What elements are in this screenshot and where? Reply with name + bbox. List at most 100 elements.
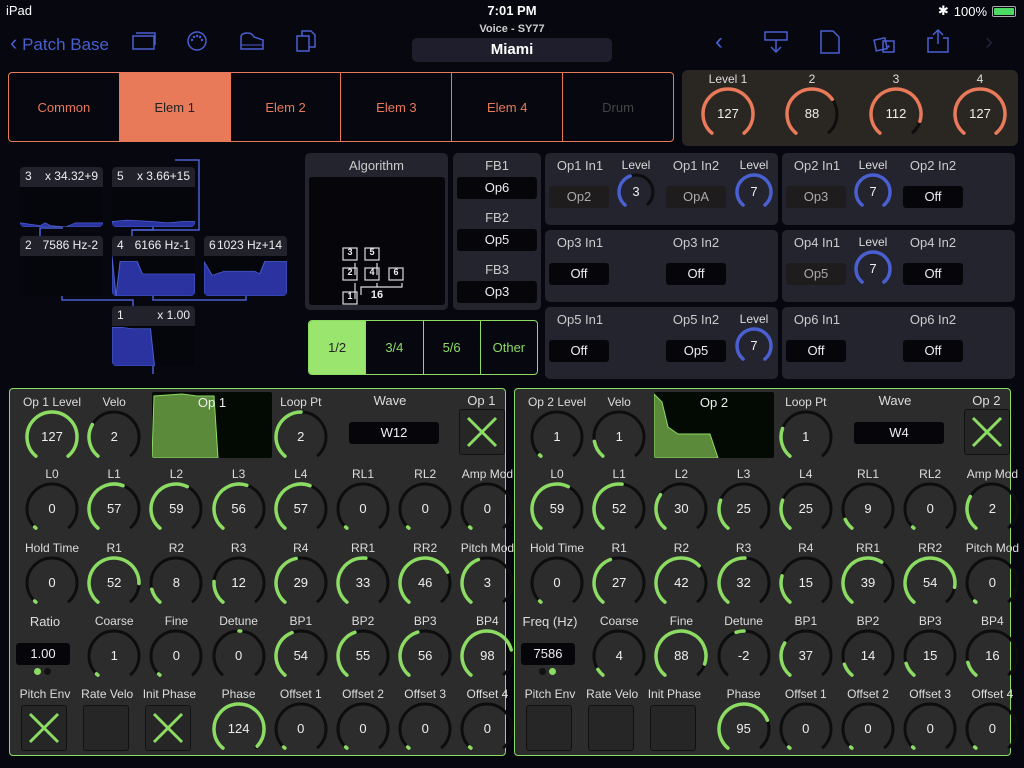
op-enable-toggle[interactable] [459, 409, 506, 455]
operator-graph-4[interactable]: 4 6166 Hz-1 [112, 236, 195, 296]
knob-bp4[interactable]: BP4 16 [954, 614, 1024, 684]
op-tab-other[interactable]: Other [481, 321, 537, 374]
knob-label: Loop Pt [785, 395, 827, 409]
next-patch-button[interactable]: › [985, 28, 993, 56]
op-tab-1-2[interactable]: 1/2 [309, 321, 367, 374]
toggle-rate-velo[interactable] [83, 705, 130, 751]
element-level-knob-1[interactable]: Level 1 127 [690, 72, 766, 142]
toggle-pitch-env[interactable] [21, 705, 67, 751]
copy-documents-icon[interactable] [296, 30, 316, 57]
knob-label: Level 1 [708, 72, 748, 86]
toggle-pitch-env[interactable] [526, 705, 572, 751]
download-to-synth-icon[interactable] [764, 30, 788, 59]
op4-input-1-select[interactable]: Op5 [786, 263, 846, 285]
op-tab-5-6[interactable]: 5/6 [424, 321, 481, 374]
input-1-label: Op1 In1 [556, 158, 604, 173]
op-enable-toggle[interactable] [964, 409, 1011, 455]
frequency-field[interactable]: 1.00 [16, 643, 70, 665]
patch-name[interactable]: Miami [412, 38, 612, 62]
input-1-label: Op4 In1 [793, 235, 841, 250]
knob-amp-mod[interactable]: Amp Mod 2 [954, 467, 1024, 537]
op3-input-1-select[interactable]: Off [549, 263, 609, 285]
algorithm-diagram[interactable]: 3 5 2 4 6 1 16 [309, 177, 445, 305]
element-level-knob-3[interactable]: 3 112 [858, 72, 934, 142]
back-button[interactable]: ‹ Patch Base [10, 30, 109, 56]
operator-freq: 1023 Hz+14 [216, 238, 282, 252]
loop-point-knob[interactable]: Loop Pt 2 [263, 395, 339, 465]
knob-value: 127 [969, 106, 991, 121]
knob-value: 16 [985, 648, 1000, 663]
op1-input-1-select[interactable]: Op2 [549, 186, 609, 208]
loop-point-knob[interactable]: Loop Pt 1 [768, 395, 844, 465]
toggle-init-phase[interactable] [145, 705, 192, 751]
op5-input-2-select[interactable]: Op5 [666, 340, 726, 362]
op6-inputs-panel: Op6 In1 Off Op6 In2 Off [782, 307, 1015, 379]
operator-number: 6 [209, 238, 216, 252]
toggle-init-phase[interactable] [650, 705, 697, 751]
operator-graph-3[interactable]: 3 x 34.32+9 [20, 167, 103, 227]
algorithm-title: Algorithm [349, 158, 404, 173]
op6-input-1-select[interactable]: Off [786, 340, 846, 362]
toggle-rate-velo[interactable] [588, 705, 635, 751]
input-2-label: Op2 In2 [909, 158, 957, 173]
feedback-3-select[interactable]: Op3 [457, 281, 537, 303]
op6-input-2-select[interactable]: Off [903, 340, 963, 362]
freq-mode-indicator[interactable] [34, 668, 51, 675]
freq-mode-indicator[interactable] [539, 668, 556, 675]
wave-select[interactable]: W12 [349, 422, 439, 444]
piano-icon[interactable] [240, 32, 264, 55]
op4-level-1-knob[interactable]: Level 7 [843, 235, 903, 289]
operator-number: 4 [117, 238, 124, 252]
knob-label: Level [739, 312, 769, 326]
feedback-2-select[interactable]: Op5 [457, 229, 537, 251]
op2-input-2-select[interactable]: Off [903, 186, 963, 208]
operator-graph-2[interactable]: 2 7586 Hz-2 [20, 236, 103, 296]
knob-pitch-mod[interactable]: Pitch Mod 0 [954, 541, 1024, 611]
velocity-knob[interactable]: Velo 2 [76, 395, 152, 465]
op4-inputs-panel: Op4 In1 Op5 Op4 In2 Off Level 7 [782, 230, 1015, 302]
op3-input-2-select[interactable]: Off [666, 263, 726, 285]
windows-icon[interactable] [132, 32, 156, 55]
operator-graph-6[interactable]: 6 1023 Hz+14 [204, 236, 287, 296]
operator-graph-5[interactable]: 5 x 3.66+15 [112, 167, 195, 227]
tab-common[interactable]: Common [9, 73, 120, 141]
op-tab-3-4[interactable]: 3/4 [366, 321, 424, 374]
input-1-label: Op5 In1 [556, 312, 604, 327]
algorithm-op-box: 6 [393, 267, 399, 277]
envelope-graph [20, 256, 103, 296]
randomize-dice-icon[interactable] [872, 30, 896, 59]
op5-level-2-knob[interactable]: Level 7 [724, 312, 784, 366]
op1-level-1-knob[interactable]: Level 3 [606, 158, 666, 212]
tab-elem-1[interactable]: Elem 1 [119, 73, 231, 141]
feedback-1-select[interactable]: Op6 [457, 177, 537, 199]
tab-elem-4[interactable]: Elem 4 [452, 73, 564, 141]
op5-input-1-select[interactable]: Off [549, 340, 609, 362]
envelope-graph [20, 222, 103, 227]
op2-input-1-select[interactable]: Op3 [786, 186, 846, 208]
op1-level-2-knob[interactable]: Level 7 [724, 158, 784, 212]
wave-select[interactable]: W4 [854, 422, 944, 444]
midi-icon[interactable] [186, 30, 208, 57]
tab-elem-3[interactable]: Elem 3 [341, 73, 453, 141]
knob-value: 7 [869, 261, 877, 276]
tab-elem-2[interactable]: Elem 2 [231, 73, 342, 141]
input-2-label: Op6 In2 [909, 312, 957, 327]
op2-level-1-knob[interactable]: Level 7 [843, 158, 903, 212]
tab-drum[interactable]: Drum [563, 73, 673, 141]
operator-graph-1[interactable]: 1 x 1.00 [112, 306, 195, 366]
op4-input-2-select[interactable]: Off [903, 263, 963, 285]
input-1-label: Op2 In1 [793, 158, 841, 173]
element-level-knob-2[interactable]: 2 88 [774, 72, 850, 142]
knob-label: Pitch Mod [965, 541, 1020, 555]
share-icon[interactable] [926, 28, 950, 59]
previous-patch-button[interactable]: ‹ [715, 28, 723, 56]
envelope-graph[interactable]: Op 2 [654, 392, 774, 458]
envelope-graph[interactable]: Op 1 [152, 392, 272, 458]
velocity-knob[interactable]: Velo 1 [581, 395, 657, 465]
op1-input-2-select[interactable]: OpA [666, 186, 726, 208]
knob-offset-4[interactable]: Offset 4 0 [954, 687, 1024, 757]
new-document-icon[interactable] [820, 30, 840, 59]
frequency-field[interactable]: 7586 [521, 643, 575, 665]
element-level-knob-4[interactable]: 4 127 [942, 72, 1018, 142]
knob-label: Loop Pt [280, 395, 322, 409]
